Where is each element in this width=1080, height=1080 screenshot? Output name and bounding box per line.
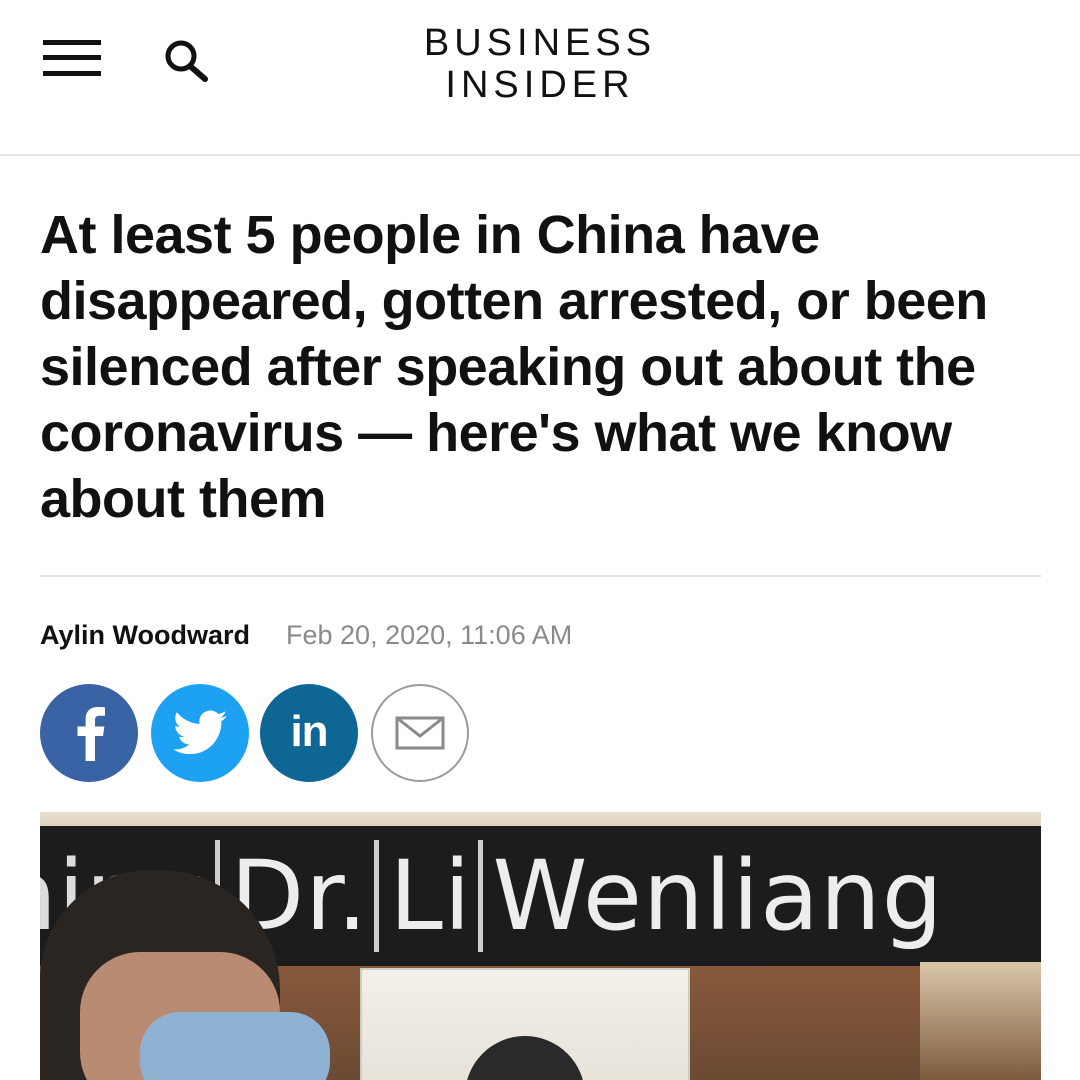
logo-line-1: BUSINESS: [423, 22, 657, 64]
logo-line-2: INSIDER: [445, 64, 635, 106]
facebook-icon: [77, 707, 105, 761]
facebook-share-button[interactable]: [40, 684, 138, 782]
banner-word: Wenliang: [477, 840, 944, 952]
menu-bar: [43, 55, 101, 60]
email-icon: [395, 716, 445, 750]
search-icon[interactable]: [162, 38, 214, 84]
banner-word: Li: [374, 840, 471, 952]
linkedin-share-button[interactable]: in: [260, 684, 358, 782]
hamburger-menu-icon[interactable]: [43, 40, 103, 78]
byline: Aylin Woodward Feb 20, 2020, 11:06 AM: [40, 615, 572, 655]
site-header: BUSINESS INSIDER: [0, 0, 1080, 156]
author-link[interactable]: Aylin Woodward: [40, 620, 250, 651]
photo-side-decor: [920, 962, 1041, 1080]
menu-bar: [43, 71, 101, 76]
twitter-share-button[interactable]: [151, 684, 249, 782]
article-headline: At least 5 people in China have disappea…: [40, 205, 988, 529]
site-logo[interactable]: BUSINESS INSIDER: [380, 22, 700, 106]
article-hero-image[interactable]: ning Dr. Li Wenliang: [40, 812, 1041, 1080]
twitter-icon: [173, 710, 227, 755]
menu-bar: [43, 40, 101, 45]
headline-divider: [40, 575, 1041, 577]
email-share-button[interactable]: [371, 684, 469, 782]
face-mask: [140, 1012, 330, 1080]
linkedin-icon: in: [290, 707, 328, 756]
publish-date: Feb 20, 2020, 11:06 AM: [286, 619, 573, 650]
